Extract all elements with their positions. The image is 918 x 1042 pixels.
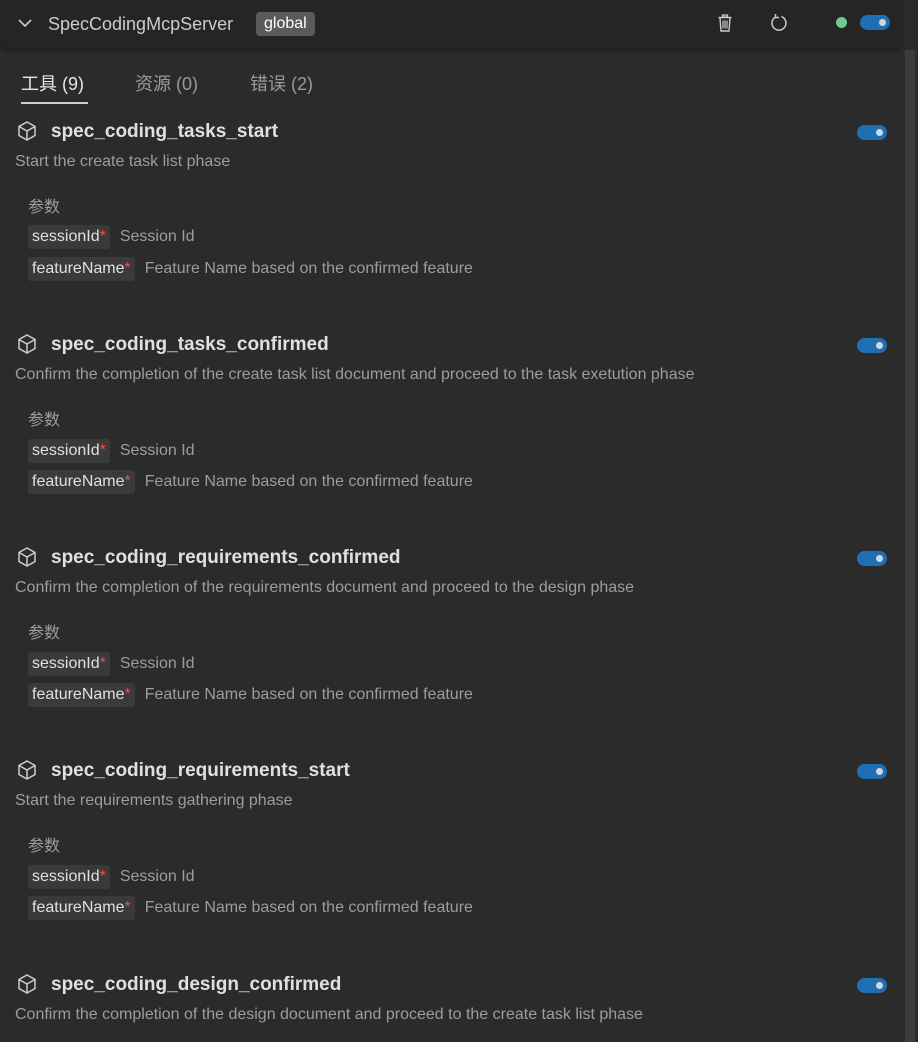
tool-name: spec_coding_tasks_confirmed bbox=[51, 334, 329, 355]
trash-icon[interactable] bbox=[714, 12, 736, 34]
tool-name: spec_coding_design_confirmed bbox=[51, 974, 342, 995]
params-label: 参数 bbox=[28, 838, 61, 855]
tool-description: Confirm the completion of the requiremen… bbox=[15, 579, 635, 596]
tool-enabled-toggle[interactable] bbox=[857, 125, 887, 140]
param-description: Session Id bbox=[119, 442, 195, 459]
param-name: featureName bbox=[32, 473, 125, 490]
param-description: Feature Name based on the confirmed feat… bbox=[144, 473, 473, 490]
params-label: 参数 bbox=[28, 412, 61, 429]
param-chip: featureName* bbox=[28, 257, 135, 281]
required-mark: * bbox=[99, 655, 106, 672]
required-mark: * bbox=[99, 228, 106, 245]
params-label: 参数 bbox=[28, 625, 61, 642]
param-chip: sessionId* bbox=[28, 225, 110, 249]
scrollbar[interactable] bbox=[902, 50, 918, 1042]
param-chip: sessionId* bbox=[28, 652, 110, 676]
tool-item: spec_coding_design_confirmed Confirm the… bbox=[0, 973, 902, 1042]
param-name: sessionId bbox=[32, 442, 100, 459]
required-mark: * bbox=[99, 442, 106, 459]
tab-bar: 工具 (9) 资源 (0) 错误 (2) bbox=[0, 60, 918, 106]
tool-description: Start the requirements gathering phase bbox=[15, 792, 293, 809]
required-mark: * bbox=[124, 260, 131, 277]
tool-enabled-toggle[interactable] bbox=[857, 764, 887, 779]
param-row: featureName* Feature Name based on the co… bbox=[28, 257, 473, 281]
tool-item: spec_coding_requirements_start Start the… bbox=[0, 759, 902, 972]
param-name: sessionId bbox=[32, 868, 100, 885]
param-row: featureName* Feature Name based on the co… bbox=[28, 683, 473, 707]
tool-description: Confirm the completion of the create tas… bbox=[15, 366, 695, 383]
param-row: sessionId* Session Id bbox=[28, 439, 195, 463]
param-chip: sessionId* bbox=[28, 865, 110, 889]
param-description: Session Id bbox=[119, 655, 195, 672]
tool-enabled-toggle[interactable] bbox=[857, 338, 887, 353]
param-description: Feature Name based on the confirmed feat… bbox=[144, 686, 473, 703]
cube-icon bbox=[18, 547, 36, 567]
param-name: featureName bbox=[32, 260, 125, 277]
param-name: sessionId bbox=[32, 228, 100, 245]
cube-icon bbox=[18, 760, 36, 780]
tool-enabled-toggle[interactable] bbox=[857, 551, 887, 566]
tool-enabled-toggle[interactable] bbox=[857, 978, 887, 993]
tab-resources[interactable]: 资源 (0) bbox=[135, 72, 198, 96]
param-row: sessionId* Session Id bbox=[28, 652, 195, 676]
server-enabled-toggle[interactable] bbox=[860, 15, 890, 30]
param-name: featureName bbox=[32, 899, 125, 916]
param-chip: sessionId* bbox=[28, 439, 110, 463]
tab-errors[interactable]: 错误 (2) bbox=[250, 72, 313, 96]
param-row: featureName* Feature Name based on the co… bbox=[28, 896, 473, 920]
param-description: Session Id bbox=[119, 228, 195, 245]
param-chip: featureName* bbox=[28, 470, 135, 494]
tool-item: spec_coding_requirements_confirmed Confi… bbox=[0, 546, 902, 759]
param-row: sessionId* Session Id bbox=[28, 865, 195, 889]
tool-name: spec_coding_requirements_start bbox=[51, 760, 350, 781]
param-name: featureName bbox=[32, 686, 125, 703]
server-name: SpecCodingMcpServer bbox=[48, 14, 234, 34]
scrollbar-thumb[interactable] bbox=[905, 50, 915, 1042]
status-dot bbox=[836, 17, 847, 28]
param-description: Feature Name based on the confirmed feat… bbox=[144, 260, 473, 277]
param-row: sessionId* Session Id bbox=[28, 225, 195, 249]
cube-icon bbox=[18, 121, 36, 141]
param-row: featureName* Feature Name based on the co… bbox=[28, 470, 473, 494]
tool-item: spec_coding_tasks_confirmed Confirm the … bbox=[0, 333, 902, 546]
cube-icon bbox=[18, 974, 36, 994]
refresh-icon[interactable] bbox=[768, 12, 790, 34]
tool-description: Start the create task list phase bbox=[15, 153, 231, 170]
params-label: 参数 bbox=[28, 199, 61, 216]
required-mark: * bbox=[124, 686, 131, 703]
scope-badge: global bbox=[256, 12, 315, 36]
tool-name: spec_coding_requirements_confirmed bbox=[51, 547, 401, 568]
param-chip: featureName* bbox=[28, 896, 135, 920]
param-description: Feature Name based on the confirmed feat… bbox=[144, 899, 473, 916]
param-description: Session Id bbox=[119, 868, 195, 885]
tool-name: spec_coding_tasks_start bbox=[51, 121, 279, 142]
cube-icon bbox=[18, 334, 36, 354]
required-mark: * bbox=[124, 899, 131, 916]
tab-tools[interactable]: 工具 (9) bbox=[21, 72, 84, 96]
server-header: SpecCodingMcpServer global bbox=[0, 0, 902, 48]
param-name: sessionId bbox=[32, 655, 100, 672]
tool-description: Confirm the completion of the design doc… bbox=[15, 1006, 643, 1023]
param-chip: featureName* bbox=[28, 683, 135, 707]
tool-item: spec_coding_tasks_start Start the create… bbox=[0, 120, 902, 333]
active-tab-indicator bbox=[21, 102, 88, 104]
required-mark: * bbox=[99, 868, 106, 885]
chevron-down-icon[interactable] bbox=[16, 14, 34, 32]
required-mark: * bbox=[124, 473, 131, 490]
